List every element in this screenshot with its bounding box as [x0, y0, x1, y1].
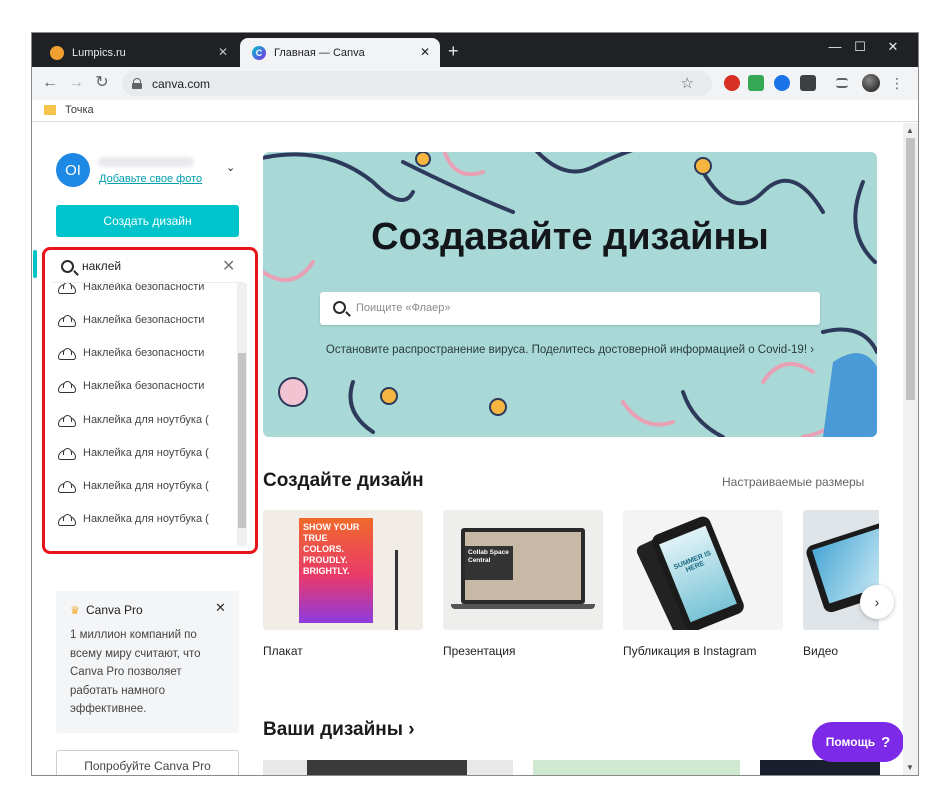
pro-card-text: 1 миллион компаний по всему миру считают…	[70, 629, 201, 715]
sidebar: OI Добавьте свое фото ⌄ Создать дизайн н…	[32, 123, 258, 775]
close-icon[interactable]: ✕	[215, 600, 226, 616]
maximize-button[interactable]: ☐	[845, 39, 875, 55]
forward-button[interactable]: →	[66, 73, 86, 93]
bookmarks-bar: Точка	[32, 100, 918, 122]
design-card-video[interactable]: Видео	[803, 510, 879, 658]
design-thumbnail[interactable]	[760, 760, 880, 775]
tab-close-icon[interactable]: ✕	[218, 45, 228, 59]
design-card-poster[interactable]: SHOW YOUR TRUE COLORS. PROUDLY. BRIGHTLY…	[263, 510, 423, 658]
tab-lumpics[interactable]: Lumpics.ru ✕	[38, 38, 238, 67]
card-label: Презентация	[443, 644, 516, 658]
card-label: Плакат	[263, 644, 303, 658]
bookmark-label: Точка	[65, 104, 94, 116]
lock-icon	[132, 78, 142, 89]
bookmark-item[interactable]: Точка	[44, 104, 94, 116]
custom-sizes-link[interactable]: Настраиваемые размеры	[722, 475, 864, 489]
active-indicator	[33, 250, 37, 278]
canva-favicon-icon: C	[252, 45, 266, 60]
hero-banner: Создавайте дизайны Поищите «Флаер» Остан…	[263, 152, 877, 437]
url-text: canva.com	[152, 76, 211, 91]
tab-canva[interactable]: C Главная — Canva ✕	[240, 38, 440, 67]
extension-check-icon[interactable]	[748, 75, 764, 91]
highlight-frame	[42, 247, 258, 554]
design-thumbnail[interactable]	[263, 760, 513, 775]
search-icon	[333, 301, 346, 314]
design-card-instagram[interactable]: SUMMER IS HERE Публикация в Instagram	[623, 510, 783, 658]
poster-thumb-text: SHOW YOUR TRUE COLORS. PROUDLY. BRIGHTLY…	[303, 522, 360, 576]
design-card-presentation[interactable]: Collab Space Central Презентация	[443, 510, 603, 658]
user-name-blurred	[98, 157, 194, 167]
hero-search-input[interactable]: Поищите «Флаер»	[320, 292, 820, 325]
poster-thumbnail: SHOW YOUR TRUE COLORS. PROUDLY. BRIGHTLY…	[263, 510, 423, 630]
profile-avatar[interactable]	[862, 74, 880, 92]
help-button[interactable]: Помощь ?	[812, 722, 904, 762]
presentation-thumb-text: Collab Space Central	[465, 546, 513, 580]
scroll-up-icon[interactable]: ▲	[906, 126, 914, 135]
address-bar[interactable]: canva.com ☆	[122, 71, 712, 96]
carousel-next-button[interactable]: ›	[860, 585, 894, 619]
covid-note-link[interactable]: Остановите распространение вируса. Подел…	[318, 341, 822, 359]
question-icon: ?	[881, 733, 891, 751]
browser-menu-icon[interactable]: ⋮	[890, 73, 904, 93]
media-control-icon[interactable]	[836, 78, 848, 88]
extension-adblock-icon[interactable]	[724, 75, 740, 91]
browser-window: Lumpics.ru ✕ C Главная — Canva ✕ + — ☐ ✕…	[32, 33, 918, 775]
chevron-down-icon[interactable]: ⌄	[226, 161, 235, 174]
try-pro-button[interactable]: Попробуйте Canva Pro	[56, 750, 239, 775]
tab-close-icon[interactable]: ✕	[420, 45, 430, 59]
scroll-down-icon[interactable]: ▼	[906, 763, 914, 772]
tab-title: Главная — Canva	[274, 46, 365, 59]
scroll-thumb[interactable]	[906, 138, 915, 400]
back-button[interactable]: ←	[40, 73, 60, 93]
title-bar: Lumpics.ru ✕ C Главная — Canva ✕ + — ☐ ✕	[32, 33, 918, 67]
help-label: Помощь	[825, 735, 876, 749]
section-title-your-designs[interactable]: Ваши дизайны ›	[263, 719, 415, 741]
extension-vpn-icon[interactable]	[774, 75, 790, 91]
avatar[interactable]: OI	[56, 153, 90, 187]
card-label: Видео	[803, 644, 839, 658]
create-design-button[interactable]: Создать дизайн	[56, 205, 239, 237]
section-title-create: Создайте дизайн	[263, 470, 424, 491]
search-placeholder: Поищите «Флаер»	[356, 302, 451, 314]
lumpics-favicon-icon	[50, 45, 64, 60]
card-label: Публикация в Instagram	[623, 644, 757, 658]
canva-pro-card: ♛ Canva Pro ✕ 1 миллион компаний по всем…	[56, 591, 239, 733]
design-thumbnail[interactable]	[533, 760, 740, 775]
address-toolbar: ← → ↻ canva.com ☆ ⋮	[32, 67, 918, 100]
close-window-button[interactable]: ✕	[878, 39, 908, 55]
bookmark-star-icon[interactable]: ☆	[681, 74, 694, 92]
folder-icon	[44, 105, 56, 115]
page-scrollbar[interactable]: ▲ ▼	[903, 123, 918, 775]
extension-box-icon[interactable]	[800, 75, 816, 91]
reload-button[interactable]: ↻	[92, 73, 112, 93]
add-photo-link[interactable]: Добавьте свое фото	[99, 173, 202, 185]
instagram-thumbnail: SUMMER IS HERE	[623, 510, 783, 630]
new-tab-button[interactable]: +	[448, 41, 459, 61]
pro-card-title: Canva Pro	[86, 603, 143, 617]
presentation-thumbnail: Collab Space Central	[443, 510, 603, 630]
hero-title: Создавайте дизайны	[371, 216, 769, 258]
canva-page: OI Добавьте свое фото ⌄ Создать дизайн н…	[32, 123, 918, 775]
crown-icon: ♛	[70, 605, 80, 617]
tab-title: Lumpics.ru	[72, 46, 126, 59]
